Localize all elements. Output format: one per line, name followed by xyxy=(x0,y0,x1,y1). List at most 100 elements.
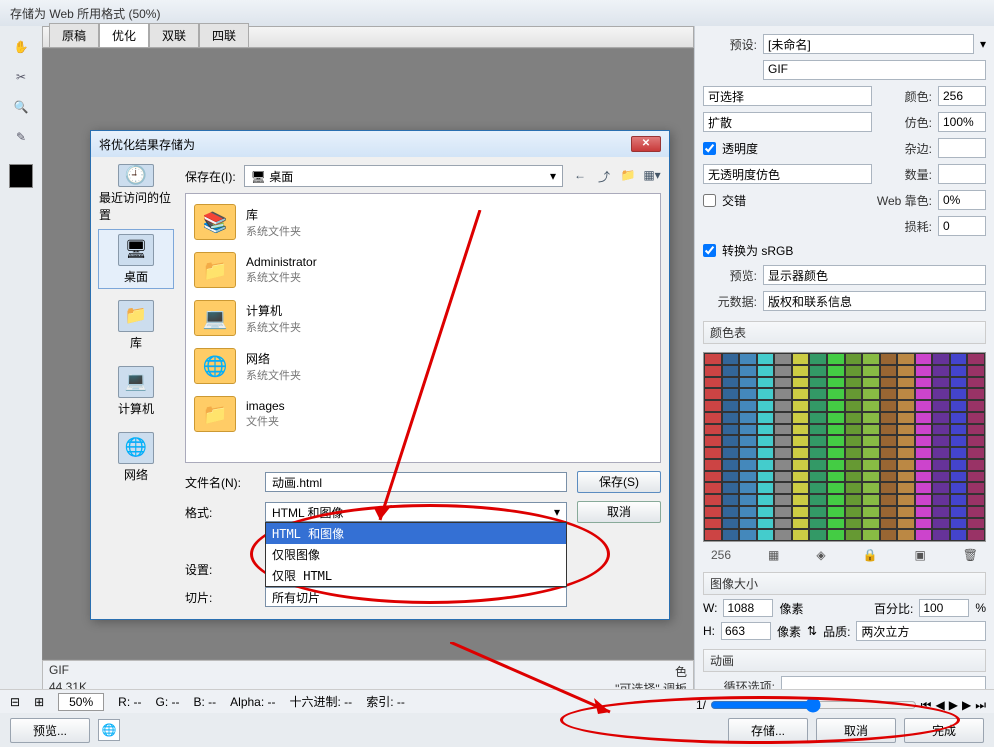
colortable-count: 256 xyxy=(711,548,731,562)
file-list[interactable]: 📚库系统文件夹📁Administrator系统文件夹💻计算机系统文件夹🌐网络系统… xyxy=(185,193,661,463)
prev-frame-icon[interactable]: ◀ xyxy=(935,698,944,712)
tab-original[interactable]: 原稿 xyxy=(49,23,99,47)
format-dropdown-list[interactable]: HTML 和图像仅限图像仅限 HTML xyxy=(265,522,567,587)
dither-amount-input[interactable] xyxy=(938,112,986,132)
quality-select[interactable]: 两次立方 xyxy=(856,621,986,641)
trans-amount-label: 数量: xyxy=(878,166,932,183)
dither-amount-label: 仿色: xyxy=(878,114,932,131)
reduction-select[interactable]: 可选择 xyxy=(703,86,872,106)
height-input[interactable] xyxy=(721,622,771,640)
file-item[interactable]: 📁images文件夹 xyxy=(190,390,656,438)
newfolder-icon[interactable]: 📁 xyxy=(619,168,637,185)
dither-select[interactable]: 扩散 xyxy=(703,112,872,132)
places-item[interactable]: 📁库 xyxy=(98,295,174,355)
modal-cancel-button[interactable]: 取消 xyxy=(577,501,661,523)
first-frame-icon[interactable]: ⏮ xyxy=(921,698,932,713)
lossy-input[interactable] xyxy=(938,216,986,236)
ct-delete-icon[interactable]: 🗑 xyxy=(963,548,978,562)
places-item[interactable]: 💻计算机 xyxy=(98,361,174,421)
ct-new-icon[interactable]: ▣ xyxy=(914,548,925,562)
places-item[interactable]: 🖥桌面 xyxy=(98,229,174,289)
ct-lock-icon[interactable]: 🔒 xyxy=(863,548,878,562)
link-icon[interactable]: ⇅ xyxy=(807,624,817,638)
settings-label: 设置: xyxy=(185,561,255,578)
preview-prof-label: 预览: xyxy=(703,267,757,284)
back-icon[interactable]: ← xyxy=(571,168,589,185)
matte-input[interactable] xyxy=(938,138,986,158)
slice-tool-icon[interactable]: ✂ xyxy=(10,66,32,88)
trans-dither-select[interactable]: 无透明度仿色 xyxy=(703,164,872,184)
quality-label: 品质: xyxy=(823,623,850,640)
format-option[interactable]: 仅限图像 xyxy=(266,544,566,565)
save-button[interactable]: 存储... xyxy=(728,718,808,743)
tab-optimized[interactable]: 优化 xyxy=(99,23,149,47)
transparency-label: 透明度 xyxy=(722,140,872,157)
percent-label: 百分比: xyxy=(874,600,913,617)
slices-select[interactable]: 所有切片 xyxy=(265,587,567,607)
savein-combo[interactable]: 🖥 桌面▾ xyxy=(244,165,563,187)
minus-icon[interactable]: ⊟ xyxy=(10,695,20,709)
up-icon[interactable]: ⤴ xyxy=(595,168,613,185)
width-input[interactable] xyxy=(723,599,773,617)
interlaced-label: 交错 xyxy=(722,192,856,209)
percent-input[interactable] xyxy=(919,599,969,617)
places-item[interactable]: 🌐网络 xyxy=(98,427,174,487)
play-icon[interactable]: ▶ xyxy=(949,698,958,712)
savein-label: 保存在(I): xyxy=(185,168,236,185)
filename-input[interactable] xyxy=(265,472,567,492)
colors-input[interactable] xyxy=(938,86,986,106)
places-item[interactable]: 🕘最近访问的位置 xyxy=(98,163,174,223)
tab-2up[interactable]: 双联 xyxy=(149,23,199,47)
r-readout: R: -- xyxy=(118,695,141,709)
ct-icon[interactable]: ▦ xyxy=(768,548,779,562)
interlaced-checkbox[interactable] xyxy=(703,194,716,207)
view-tabs: 原稿 优化 双联 四联 xyxy=(42,26,694,48)
color-table[interactable] xyxy=(703,352,986,542)
preview-prof-select[interactable]: 显示器颜色 xyxy=(763,265,986,285)
imagesize-header: 图像大小 xyxy=(703,572,986,595)
file-item[interactable]: 🌐网络系统文件夹 xyxy=(190,342,656,390)
colortable-toolbar: 256 ▦ ◈ 🔒 ▣ 🗑 xyxy=(703,546,986,564)
anim-header: 动画 xyxy=(703,649,986,672)
frame-slider[interactable] xyxy=(710,697,917,713)
tab-4up[interactable]: 四联 xyxy=(199,23,249,47)
cancel-button[interactable]: 取消 xyxy=(816,718,896,743)
websnap-label: Web 靠色: xyxy=(862,192,932,209)
websnap-input[interactable] xyxy=(938,190,986,210)
format-dropdown[interactable]: HTML 和图像▾ HTML 和图像仅限图像仅限 HTML xyxy=(265,502,567,522)
browser-icon[interactable]: 🌐 xyxy=(98,719,120,741)
zoom-tool-icon[interactable]: 🔍 xyxy=(10,96,32,118)
hand-tool-icon[interactable]: ✋ xyxy=(10,36,32,58)
preset-select[interactable]: [未命名] xyxy=(763,34,974,54)
last-frame-icon[interactable]: ⏭ xyxy=(975,698,986,713)
lossy-label: 损耗: xyxy=(878,218,932,235)
ct-shift-icon[interactable]: ◈ xyxy=(816,548,825,562)
file-item[interactable]: 💻计算机系统文件夹 xyxy=(190,294,656,342)
modal-save-button[interactable]: 保存(S) xyxy=(577,471,661,493)
preset-menu-icon[interactable]: ▾ xyxy=(980,37,986,51)
viewmode-icon[interactable]: ▦▾ xyxy=(643,168,661,185)
w-label: W: xyxy=(703,601,717,615)
slices-label: 切片: xyxy=(185,589,255,606)
format-select[interactable]: GIF xyxy=(763,60,986,80)
srgb-checkbox[interactable] xyxy=(703,244,716,257)
modal-title-text: 将优化结果存储为 xyxy=(99,136,195,153)
preview-button[interactable]: 预览... xyxy=(10,718,90,743)
format-option[interactable]: HTML 和图像 xyxy=(266,523,566,544)
eyedropper-tool-icon[interactable]: ✎ xyxy=(10,126,32,148)
file-item[interactable]: 📁Administrator系统文件夹 xyxy=(190,246,656,294)
file-item[interactable]: 📚库系统文件夹 xyxy=(190,198,656,246)
metadata-select[interactable]: 版权和联系信息 xyxy=(763,291,986,311)
transparency-checkbox[interactable] xyxy=(703,142,716,155)
foreground-color-swatch[interactable] xyxy=(9,164,33,188)
close-icon[interactable]: ✕ xyxy=(631,136,661,152)
frame-readout: 1/ xyxy=(696,698,706,712)
px-label: 像素 xyxy=(779,600,803,617)
next-frame-icon[interactable]: ▶ xyxy=(962,698,971,712)
zoom-select[interactable]: 50% xyxy=(58,693,104,711)
alpha-readout: Alpha: -- xyxy=(230,695,275,709)
plus-icon[interactable]: ⊞ xyxy=(34,695,44,709)
format-option[interactable]: 仅限 HTML xyxy=(266,565,566,586)
done-button[interactable]: 完成 xyxy=(904,718,984,743)
trans-amount-input[interactable] xyxy=(938,164,986,184)
